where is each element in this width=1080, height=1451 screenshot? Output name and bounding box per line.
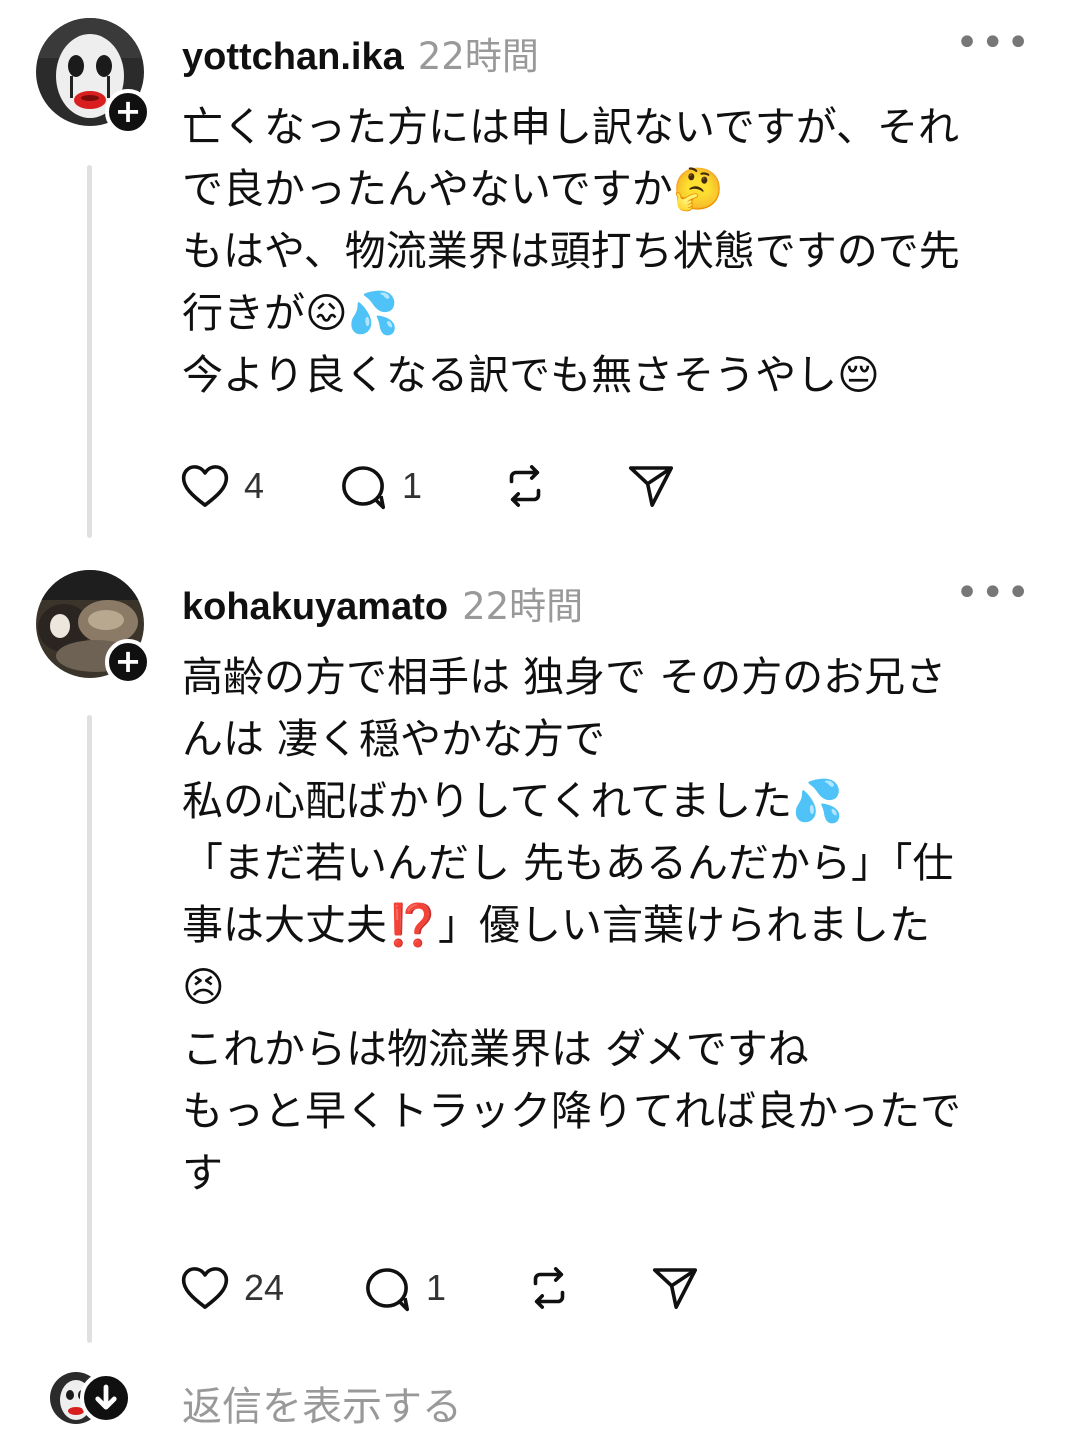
show-replies-row[interactable]: 返信を表示する xyxy=(0,1360,1080,1440)
post-header: kohakuyamato 22時間 xyxy=(182,576,583,628)
reply-count: 1 xyxy=(426,1267,447,1308)
post-text-line: 私の心配ばかりしてくれてました💦 xyxy=(182,777,844,825)
action-bar: 24 1 xyxy=(178,1258,702,1318)
timestamp: 22時間 xyxy=(417,35,539,78)
username[interactable]: kohakuyamato xyxy=(182,586,448,629)
post-text-line: もはや、物流業界は頭打ち状態ですので先 xyxy=(182,227,960,275)
thread-line xyxy=(87,165,92,538)
reply-button[interactable]: 1 xyxy=(336,456,498,516)
like-count: 4 xyxy=(244,465,265,506)
post-text-line: これからは物流業界は ダメですね xyxy=(182,1025,809,1073)
post-text: 高齢の方で相手は 独身で その方のお兄さ んは 凄く穏やかな方で 私の心配ばかり… xyxy=(182,646,1042,1204)
post-text-line: 今より良くなる訳でも無さそうやし😔 xyxy=(182,351,880,399)
like-button[interactable]: 24 xyxy=(178,1258,360,1318)
follow-button[interactable]: + xyxy=(105,639,151,685)
post-text-line: んは 凄く穏やかな方で xyxy=(182,715,606,763)
more-options-button[interactable]: ••• xyxy=(955,23,1032,63)
heart-icon xyxy=(181,1267,229,1309)
comment-icon xyxy=(342,466,386,510)
reply-count: 1 xyxy=(402,465,423,506)
post-text-line: で良かったんやないですか🤔 xyxy=(182,165,724,213)
reply-button[interactable]: 1 xyxy=(360,1258,522,1318)
send-icon xyxy=(652,1268,698,1309)
like-count: 24 xyxy=(244,1267,285,1308)
post-header: yottchan.ika 22時間 xyxy=(182,26,539,78)
follow-button[interactable]: + xyxy=(105,89,151,135)
thread-post: + kohakuyamato 22時間 ••• 高齢の方で相手は 独身で その方… xyxy=(0,550,1080,1350)
thread-line xyxy=(87,715,92,1343)
post-text: 亡くなった方には申し訳ないですが、それ で良かったんやないですか🤔 もはや、物流… xyxy=(182,96,1042,406)
share-button[interactable] xyxy=(624,456,678,516)
post-text-line: 事は大丈夫⁉️」優しい言葉けられました xyxy=(182,901,931,949)
like-button[interactable]: 4 xyxy=(178,456,336,516)
comment-icon xyxy=(366,1268,410,1312)
arrow-down-icon xyxy=(95,1384,117,1410)
show-replies-link[interactable]: 返信を表示する xyxy=(182,1374,462,1432)
post-text-line: す xyxy=(182,1149,223,1197)
post-text-line: 亡くなった方には申し訳ないですが、それ xyxy=(182,103,959,151)
post-text-line: 「まだ若いんだし 先もあるんだから」「仕 xyxy=(182,839,954,887)
more-options-button[interactable]: ••• xyxy=(955,573,1032,613)
repost-icon xyxy=(509,465,541,507)
thread-post: + yottchan.ika 22時間 ••• 亡くなった方には申し訳ないですが… xyxy=(0,0,1080,550)
post-text-line: 行きが😖💦 xyxy=(182,289,399,337)
post-text-line: 高齢の方で相手は 独身で その方のお兄さ xyxy=(182,653,947,701)
send-icon xyxy=(628,466,674,507)
timestamp: 22時間 xyxy=(462,585,584,628)
repost-icon xyxy=(533,1267,565,1309)
share-button[interactable] xyxy=(648,1258,702,1318)
repost-button[interactable] xyxy=(522,1258,648,1318)
expand-replies-button[interactable] xyxy=(80,1372,132,1424)
heart-icon xyxy=(181,465,229,507)
post-text-line: 😣 xyxy=(182,963,225,1011)
repost-button[interactable] xyxy=(498,456,624,516)
username[interactable]: yottchan.ika xyxy=(182,36,404,79)
post-text-line: もっと早くトラック降りてれば良かったで xyxy=(182,1087,961,1135)
action-bar: 4 1 xyxy=(178,456,678,516)
